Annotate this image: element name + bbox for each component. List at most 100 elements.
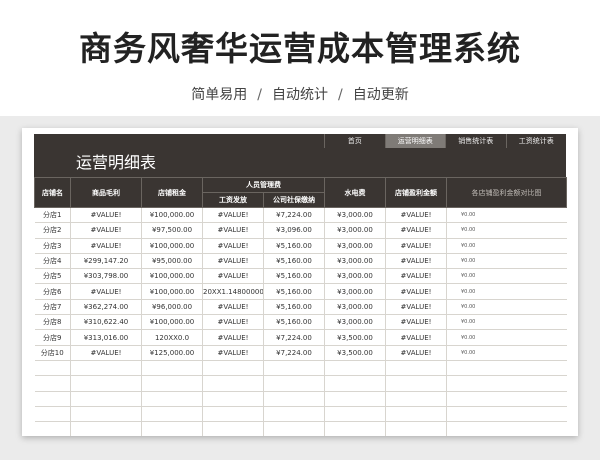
nav-tab-wages[interactable]: 工资统计表 bbox=[505, 134, 567, 148]
empty-cell[interactable] bbox=[385, 360, 447, 377]
empty-cell[interactable] bbox=[202, 421, 264, 436]
cell-store[interactable]: 分店5 bbox=[34, 268, 71, 285]
cell-profit[interactable]: #VALUE! bbox=[385, 207, 447, 224]
cell-store[interactable]: 分店8 bbox=[34, 314, 71, 331]
cell-rent[interactable]: ¥96,000.00 bbox=[141, 299, 203, 316]
cell-utility[interactable]: ¥3,000.00 bbox=[324, 268, 386, 285]
cell-chart[interactable]: ¥0.00 bbox=[446, 299, 567, 316]
cell-gross[interactable]: #VALUE! bbox=[70, 222, 142, 239]
cell-utility[interactable]: ¥3,000.00 bbox=[324, 207, 386, 224]
empty-cell[interactable] bbox=[141, 421, 203, 436]
nav-tab-operations[interactable]: 运营明细表 bbox=[384, 134, 445, 148]
cell-store[interactable]: 分店9 bbox=[34, 329, 71, 346]
cell-gross[interactable]: #VALUE! bbox=[70, 345, 142, 361]
empty-cell[interactable] bbox=[202, 391, 264, 407]
cell-gross[interactable]: ¥310,622.40 bbox=[70, 314, 142, 331]
cell-social[interactable]: ¥7,224.00 bbox=[263, 207, 325, 224]
empty-cell[interactable] bbox=[446, 391, 567, 407]
cell-chart[interactable]: ¥0.00 bbox=[446, 314, 567, 331]
cell-chart[interactable]: ¥0.00 bbox=[446, 207, 567, 224]
empty-cell[interactable] bbox=[263, 360, 325, 377]
empty-cell[interactable] bbox=[385, 406, 447, 423]
empty-cell[interactable] bbox=[202, 360, 264, 377]
cell-utility[interactable]: ¥3,000.00 bbox=[324, 283, 386, 300]
cell-store[interactable]: 分店10 bbox=[34, 345, 71, 361]
cell-social[interactable]: ¥5,160.00 bbox=[263, 314, 325, 331]
cell-wage[interactable]: #VALUE! bbox=[202, 222, 264, 239]
empty-cell[interactable] bbox=[263, 406, 325, 423]
cell-wage[interactable]: #VALUE! bbox=[202, 345, 264, 361]
cell-social[interactable]: ¥7,224.00 bbox=[263, 329, 325, 346]
cell-utility[interactable]: ¥3,000.00 bbox=[324, 238, 386, 254]
empty-cell[interactable] bbox=[263, 391, 325, 407]
empty-cell[interactable] bbox=[70, 360, 142, 377]
cell-social[interactable]: ¥5,160.00 bbox=[263, 299, 325, 316]
cell-social[interactable]: ¥5,160.00 bbox=[263, 268, 325, 285]
cell-wage[interactable]: #VALUE! bbox=[202, 253, 264, 270]
cell-utility[interactable]: ¥3,000.00 bbox=[324, 299, 386, 316]
cell-store[interactable]: 分店4 bbox=[34, 253, 71, 270]
cell-store[interactable]: 分店7 bbox=[34, 299, 71, 316]
empty-cell[interactable] bbox=[263, 421, 325, 436]
cell-chart[interactable]: ¥0.00 bbox=[446, 283, 567, 300]
empty-cell[interactable] bbox=[34, 360, 71, 377]
empty-cell[interactable] bbox=[70, 406, 142, 423]
cell-rent[interactable]: ¥100,000.00 bbox=[141, 268, 203, 285]
nav-tab-sales[interactable]: 销售统计表 bbox=[445, 134, 506, 148]
cell-utility[interactable]: ¥3,500.00 bbox=[324, 345, 386, 361]
cell-store[interactable]: 分店6 bbox=[34, 283, 71, 300]
cell-rent[interactable]: ¥100,000.00 bbox=[141, 314, 203, 331]
cell-wage[interactable]: #VALUE! bbox=[202, 207, 264, 224]
cell-rent[interactable]: ¥100,000.00 bbox=[141, 283, 203, 300]
empty-cell[interactable] bbox=[70, 391, 142, 407]
empty-cell[interactable] bbox=[324, 406, 386, 423]
cell-gross[interactable]: ¥362,274.00 bbox=[70, 299, 142, 316]
cell-rent[interactable]: ¥125,000.00 bbox=[141, 345, 203, 361]
cell-profit[interactable]: #VALUE! bbox=[385, 329, 447, 346]
cell-rent[interactable]: ¥97,500.00 bbox=[141, 222, 203, 239]
empty-cell[interactable] bbox=[202, 406, 264, 423]
cell-profit[interactable]: #VALUE! bbox=[385, 299, 447, 316]
cell-profit[interactable]: #VALUE! bbox=[385, 253, 447, 270]
empty-cell[interactable] bbox=[34, 406, 71, 423]
empty-cell[interactable] bbox=[141, 375, 203, 392]
cell-social[interactable]: ¥5,160.00 bbox=[263, 253, 325, 270]
cell-wage[interactable]: #VALUE! bbox=[202, 314, 264, 331]
cell-chart[interactable]: ¥0.00 bbox=[446, 345, 567, 361]
cell-rent[interactable]: ¥95,000.00 bbox=[141, 253, 203, 270]
empty-cell[interactable] bbox=[385, 391, 447, 407]
cell-gross[interactable]: ¥299,147.20 bbox=[70, 253, 142, 270]
empty-cell[interactable] bbox=[34, 421, 71, 436]
empty-cell[interactable] bbox=[141, 391, 203, 407]
empty-cell[interactable] bbox=[70, 375, 142, 392]
cell-gross[interactable]: ¥303,798.00 bbox=[70, 268, 142, 285]
cell-social[interactable]: ¥3,096.00 bbox=[263, 222, 325, 239]
cell-social[interactable]: ¥7,224.00 bbox=[263, 345, 325, 361]
cell-gross[interactable]: ¥313,016.00 bbox=[70, 329, 142, 346]
cell-profit[interactable]: #VALUE! bbox=[385, 222, 447, 239]
cell-chart[interactable]: ¥0.00 bbox=[446, 268, 567, 285]
empty-cell[interactable] bbox=[324, 375, 386, 392]
cell-social[interactable]: ¥5,160.00 bbox=[263, 238, 325, 254]
empty-cell[interactable] bbox=[34, 391, 71, 407]
cell-profit[interactable]: #VALUE! bbox=[385, 345, 447, 361]
empty-cell[interactable] bbox=[324, 421, 386, 436]
cell-gross[interactable]: #VALUE! bbox=[70, 283, 142, 300]
cell-chart[interactable]: ¥0.00 bbox=[446, 329, 567, 346]
cell-wage[interactable]: #VALUE! bbox=[202, 268, 264, 285]
empty-cell[interactable] bbox=[263, 375, 325, 392]
empty-cell[interactable] bbox=[385, 421, 447, 436]
cell-wage[interactable]: #VALUE! bbox=[202, 329, 264, 346]
cell-store[interactable]: 分店2 bbox=[34, 222, 71, 239]
empty-cell[interactable] bbox=[446, 406, 567, 423]
empty-cell[interactable] bbox=[141, 360, 203, 377]
nav-tab-home[interactable]: 首页 bbox=[324, 134, 385, 148]
cell-rent[interactable]: ¥100,000.00 bbox=[141, 238, 203, 254]
cell-utility[interactable]: ¥3,000.00 bbox=[324, 314, 386, 331]
cell-store[interactable]: 分店1 bbox=[34, 207, 71, 224]
cell-utility[interactable]: ¥3,000.00 bbox=[324, 253, 386, 270]
empty-cell[interactable] bbox=[385, 375, 447, 392]
cell-chart[interactable]: ¥0.00 bbox=[446, 222, 567, 239]
cell-profit[interactable]: #VALUE! bbox=[385, 268, 447, 285]
empty-cell[interactable] bbox=[141, 406, 203, 423]
